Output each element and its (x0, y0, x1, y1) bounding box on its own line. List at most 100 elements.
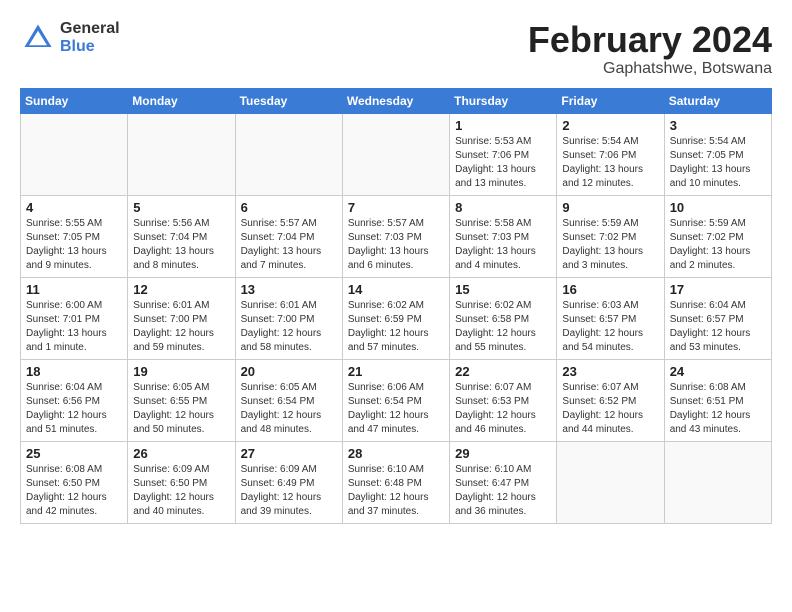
day-info: Sunrise: 6:10 AM Sunset: 6:47 PM Dayligh… (455, 463, 551, 519)
day-info: Sunrise: 6:05 AM Sunset: 6:54 PM Dayligh… (241, 381, 337, 437)
weekday-header-row: SundayMondayTuesdayWednesdayThursdayFrid… (21, 88, 772, 113)
day-info: Sunrise: 6:03 AM Sunset: 6:57 PM Dayligh… (562, 299, 658, 355)
day-info: Sunrise: 6:01 AM Sunset: 7:00 PM Dayligh… (241, 299, 337, 355)
week-row-1: 1 Sunrise: 5:53 AM Sunset: 7:06 PM Daylig… (21, 113, 772, 195)
day-number: 18 (26, 364, 122, 379)
page-header: General Blue February 2024 Gaphatshwe, B… (20, 20, 772, 78)
calendar-cell: 12 Sunrise: 6:01 AM Sunset: 7:00 PM Dayli… (128, 277, 235, 359)
day-info: Sunrise: 6:04 AM Sunset: 6:57 PM Dayligh… (670, 299, 766, 355)
day-number: 19 (133, 364, 229, 379)
day-info: Sunrise: 5:59 AM Sunset: 7:02 PM Dayligh… (562, 217, 658, 273)
calendar-cell: 21 Sunrise: 6:06 AM Sunset: 6:54 PM Dayli… (342, 359, 449, 441)
calendar-subtitle: Gaphatshwe, Botswana (528, 60, 772, 78)
day-number: 14 (348, 282, 444, 297)
day-number: 22 (455, 364, 551, 379)
logo-text: General Blue (60, 20, 120, 56)
day-number: 13 (241, 282, 337, 297)
calendar-cell: 11 Sunrise: 6:00 AM Sunset: 7:01 PM Dayli… (21, 277, 128, 359)
day-number: 21 (348, 364, 444, 379)
calendar-cell: 23Sunrise: 6:07 AM Sunset: 6:52 PM Dayli… (557, 359, 664, 441)
day-info: Sunrise: 6:07 AM Sunset: 6:53 PM Dayligh… (455, 381, 551, 437)
calendar-cell: 28Sunrise: 6:10 AM Sunset: 6:48 PM Dayli… (342, 441, 449, 523)
weekday-header-sunday: Sunday (21, 88, 128, 113)
day-info: Sunrise: 6:09 AM Sunset: 6:49 PM Dayligh… (241, 463, 337, 519)
calendar-title: February 2024 (528, 20, 772, 60)
calendar-cell (21, 113, 128, 195)
calendar-cell: 15 Sunrise: 6:02 AM Sunset: 6:58 PM Dayli… (450, 277, 557, 359)
calendar-cell: 8Sunrise: 5:58 AM Sunset: 7:03 PM Daylig… (450, 195, 557, 277)
day-number: 4 (26, 200, 122, 215)
calendar-cell: 27 Sunrise: 6:09 AM Sunset: 6:49 PM Dayli… (235, 441, 342, 523)
title-block: February 2024 Gaphatshwe, Botswana (528, 20, 772, 78)
calendar-cell: 1 Sunrise: 5:53 AM Sunset: 7:06 PM Daylig… (450, 113, 557, 195)
day-info: Sunrise: 6:07 AM Sunset: 6:52 PM Dayligh… (562, 381, 658, 437)
calendar-cell (128, 113, 235, 195)
calendar-cell: 26 Sunrise: 6:09 AM Sunset: 6:50 PM Dayli… (128, 441, 235, 523)
day-info: Sunrise: 5:53 AM Sunset: 7:06 PM Dayligh… (455, 135, 551, 191)
day-info: Sunrise: 5:55 AM Sunset: 7:05 PM Dayligh… (26, 217, 122, 273)
day-info: Sunrise: 5:59 AM Sunset: 7:02 PM Dayligh… (670, 217, 766, 273)
weekday-header-friday: Friday (557, 88, 664, 113)
day-number: 16 (562, 282, 658, 297)
day-number: 6 (241, 200, 337, 215)
calendar-cell: 29 Sunrise: 6:10 AM Sunset: 6:47 PM Dayli… (450, 441, 557, 523)
calendar-cell: 13 Sunrise: 6:01 AM Sunset: 7:00 PM Dayli… (235, 277, 342, 359)
calendar-cell (342, 113, 449, 195)
day-number: 5 (133, 200, 229, 215)
day-number: 7 (348, 200, 444, 215)
day-info: Sunrise: 6:08 AM Sunset: 6:50 PM Dayligh… (26, 463, 122, 519)
day-info: Sunrise: 6:09 AM Sunset: 6:50 PM Dayligh… (133, 463, 229, 519)
calendar-cell: 9Sunrise: 5:59 AM Sunset: 7:02 PM Daylig… (557, 195, 664, 277)
day-info: Sunrise: 5:54 AM Sunset: 7:06 PM Dayligh… (562, 135, 658, 191)
week-row-2: 4 Sunrise: 5:55 AM Sunset: 7:05 PM Daylig… (21, 195, 772, 277)
calendar-cell: 2 Sunrise: 5:54 AM Sunset: 7:06 PM Daylig… (557, 113, 664, 195)
calendar-cell: 18 Sunrise: 6:04 AM Sunset: 6:56 PM Dayli… (21, 359, 128, 441)
logo-icon (20, 20, 56, 56)
weekday-header-monday: Monday (128, 88, 235, 113)
day-number: 26 (133, 446, 229, 461)
day-number: 11 (26, 282, 122, 297)
weekday-header-wednesday: Wednesday (342, 88, 449, 113)
calendar-cell: 24 Sunrise: 6:08 AM Sunset: 6:51 PM Dayli… (664, 359, 771, 441)
calendar-cell: 17Sunrise: 6:04 AM Sunset: 6:57 PM Dayli… (664, 277, 771, 359)
week-row-5: 25Sunrise: 6:08 AM Sunset: 6:50 PM Dayli… (21, 441, 772, 523)
calendar-cell (557, 441, 664, 523)
weekday-header-saturday: Saturday (664, 88, 771, 113)
week-row-3: 11 Sunrise: 6:00 AM Sunset: 7:01 PM Dayli… (21, 277, 772, 359)
weekday-header-thursday: Thursday (450, 88, 557, 113)
day-number: 29 (455, 446, 551, 461)
calendar-cell: 6Sunrise: 5:57 AM Sunset: 7:04 PM Daylig… (235, 195, 342, 277)
day-info: Sunrise: 5:58 AM Sunset: 7:03 PM Dayligh… (455, 217, 551, 273)
day-number: 27 (241, 446, 337, 461)
calendar-cell: 22 Sunrise: 6:07 AM Sunset: 6:53 PM Dayli… (450, 359, 557, 441)
day-info: Sunrise: 5:56 AM Sunset: 7:04 PM Dayligh… (133, 217, 229, 273)
calendar-table: SundayMondayTuesdayWednesdayThursdayFrid… (20, 88, 772, 524)
day-info: Sunrise: 6:08 AM Sunset: 6:51 PM Dayligh… (670, 381, 766, 437)
day-number: 10 (670, 200, 766, 215)
day-info: Sunrise: 6:05 AM Sunset: 6:55 PM Dayligh… (133, 381, 229, 437)
calendar-cell (235, 113, 342, 195)
calendar-cell: 10 Sunrise: 5:59 AM Sunset: 7:02 PM Dayli… (664, 195, 771, 277)
calendar-cell: 20 Sunrise: 6:05 AM Sunset: 6:54 PM Dayli… (235, 359, 342, 441)
day-number: 24 (670, 364, 766, 379)
day-info: Sunrise: 6:04 AM Sunset: 6:56 PM Dayligh… (26, 381, 122, 437)
day-number: 1 (455, 118, 551, 133)
day-info: Sunrise: 6:02 AM Sunset: 6:59 PM Dayligh… (348, 299, 444, 355)
day-number: 2 (562, 118, 658, 133)
day-info: Sunrise: 6:00 AM Sunset: 7:01 PM Dayligh… (26, 299, 122, 355)
calendar-cell: 4 Sunrise: 5:55 AM Sunset: 7:05 PM Daylig… (21, 195, 128, 277)
logo: General Blue (20, 20, 120, 56)
day-number: 15 (455, 282, 551, 297)
day-number: 12 (133, 282, 229, 297)
weekday-header-tuesday: Tuesday (235, 88, 342, 113)
calendar-cell (664, 441, 771, 523)
calendar-cell: 16 Sunrise: 6:03 AM Sunset: 6:57 PM Dayli… (557, 277, 664, 359)
day-number: 28 (348, 446, 444, 461)
day-number: 20 (241, 364, 337, 379)
day-info: Sunrise: 6:06 AM Sunset: 6:54 PM Dayligh… (348, 381, 444, 437)
calendar-cell: 3Sunrise: 5:54 AM Sunset: 7:05 PM Daylig… (664, 113, 771, 195)
calendar-cell: 25Sunrise: 6:08 AM Sunset: 6:50 PM Dayli… (21, 441, 128, 523)
day-info: Sunrise: 6:01 AM Sunset: 7:00 PM Dayligh… (133, 299, 229, 355)
day-info: Sunrise: 6:02 AM Sunset: 6:58 PM Dayligh… (455, 299, 551, 355)
logo-general: General (60, 20, 120, 38)
